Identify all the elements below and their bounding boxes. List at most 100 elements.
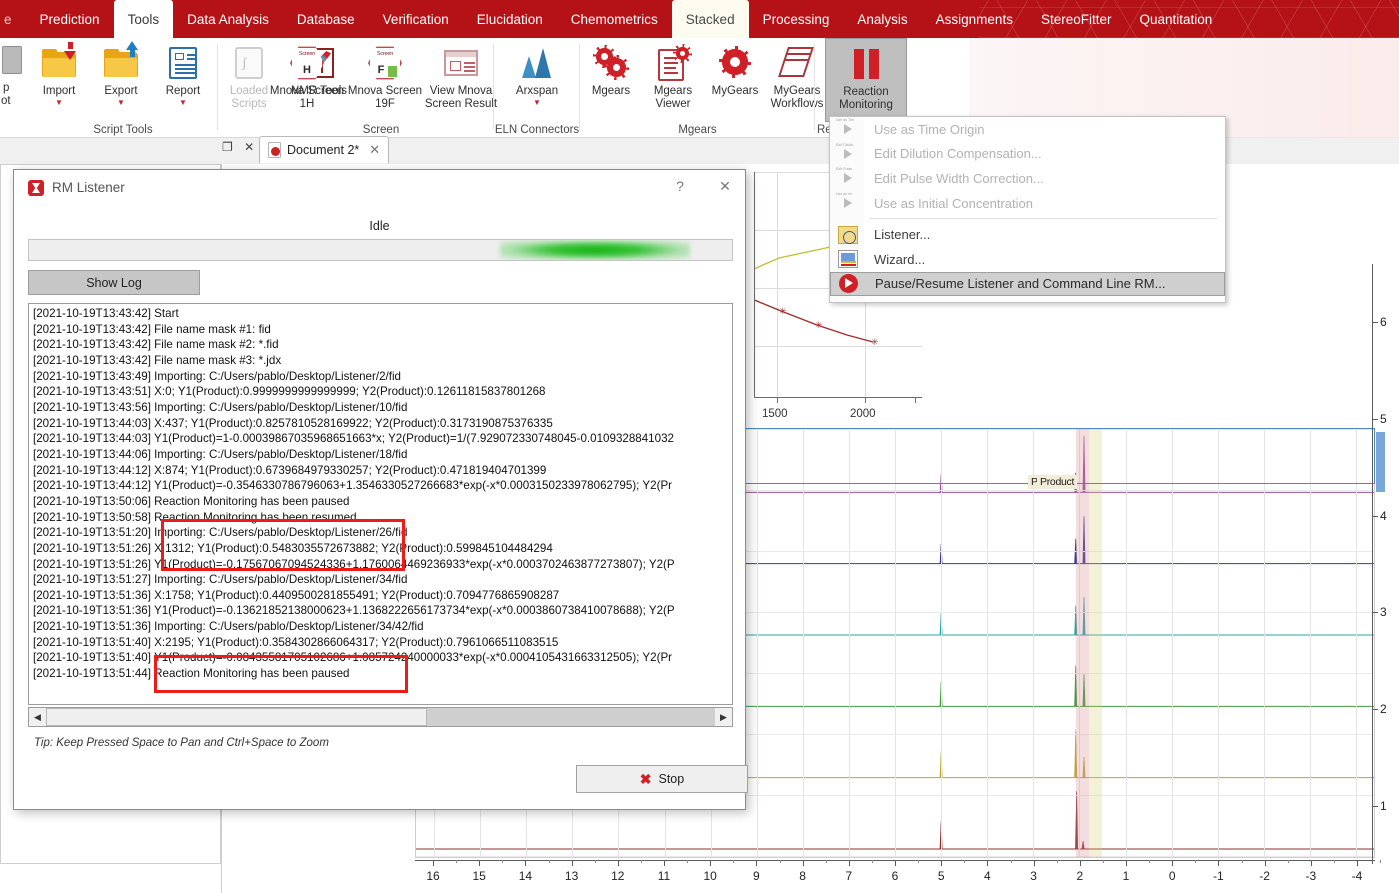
log-line: [2021-10-19T13:44:12] X:874; Y1(Product)… [33,463,547,477]
ribbon-button-mnova-screen-1h[interactable]: Screen H Mnova Screen 1H [268,38,346,118]
ribbon-tab-assignments[interactable]: Assignments [922,0,1027,38]
y-tick-label: 3 [1380,605,1387,620]
close-icon[interactable]: ✕ [369,142,380,158]
grid-line-vertical [802,429,804,857]
scroll-left-icon[interactable]: ◀ [29,708,46,726]
chevron-down-icon[interactable]: ▼ [179,98,187,107]
listener-icon [838,225,858,244]
play-circle-icon [839,274,858,294]
reaction-monitoring-menu[interactable]: Use as Tim Use as Time Origin Edit Dilutio… [829,116,1226,303]
ribbon-tab-tools[interactable]: Tools [113,0,174,38]
menu-item-edit-pulse-width-correction[interactable]: Edit Pulse Edit Pulse Width Correction... [830,166,1225,191]
menu-item-label: Listener... [874,227,931,243]
ribbon-tab-chemometrics[interactable]: Chemometrics [557,0,672,38]
grid-line-vertical [1217,429,1219,857]
help-button[interactable]: ? [669,178,691,198]
menu-item-use-as-time-origin[interactable]: Use as Tim Use as Time Origin [830,117,1225,142]
ribbon-tab-stereofitter[interactable]: StereoFitter [1027,0,1126,38]
ribbon-group-script-tools: Import ▼ Export ▼ Report ▼ ʃ Loaded Scri… [28,38,347,138]
x-tick-label: 1 [1122,869,1130,883]
x-tick [433,860,434,866]
ribbon-button-label: Mgears [591,85,631,97]
grid-line-vertical [1356,429,1357,857]
ribbon-tab-stacked[interactable]: Stacked [671,0,749,38]
ribbon-button-mgears[interactable]: Mgears [580,38,642,118]
selection-band-product[interactable] [1076,429,1089,857]
show-log-button[interactable]: Show Log [28,270,200,295]
ribbon-button-view-mnova-screen-result[interactable]: View Mnova Screen Result [424,38,498,118]
x-tick-minor [1241,860,1243,863]
selection-band-reactant[interactable] [1089,429,1102,857]
chevron-down-icon[interactable]: ▼ [55,98,63,107]
x-tick-minor [918,860,920,863]
log-line: [2021-10-19T13:43:56] Importing: C:/User… [33,400,408,414]
x-tick-label: 0 [1168,869,1176,883]
x-tick [941,860,943,866]
scrollbar-track[interactable] [46,708,715,726]
peak-label-product-b[interactable]: Product [1037,475,1078,489]
ribbon-button-mgears-viewer[interactable]: Mgears Viewer [642,38,704,118]
chevron-down-icon[interactable]: ▼ [533,98,541,107]
rm-listener-dialog[interactable]: RM Listener ? ✕ Idle Show Log [2021-10-1… [13,169,748,810]
ribbon-tab-database[interactable]: Database [283,0,369,38]
ribbon-left-cut: p ot [0,38,28,138]
menu-item-use-as-initial-concentration[interactable]: Use as Ini Use as Initial Concentration [830,191,1225,216]
x-tick [1079,860,1081,866]
ribbon-tab-quantitation[interactable]: Quantitation [1125,0,1226,38]
log-output[interactable]: [2021-10-19T13:43:42] Start [2021-10-19T1… [28,303,733,705]
ribbon-button-arxspan[interactable]: Arxspan ▼ [497,38,577,118]
ribbon-tab-data-analysis[interactable]: Data Analysis [173,0,283,38]
ribbon-tab-processing[interactable]: Processing [749,0,844,38]
dialog-status-text: Idle [369,219,390,233]
ribbon-tab-prediction[interactable]: Prediction [26,0,114,38]
ribbon-button-reaction-monitoring[interactable]: Reaction Monitoring [825,38,907,122]
document-tab-document-2[interactable]: Document 2* ✕ [259,136,390,163]
ribbon-group-title: ELN Connectors [494,124,580,136]
x-tick-minor [964,860,966,863]
scrollbar-thumb[interactable] [46,708,428,726]
close-icon[interactable]: ✕ [714,178,736,198]
menu-item-label: Edit Dilution Compensation... [874,146,1042,162]
menu-item-label: Use as Initial Concentration [874,195,1033,211]
x-tick-label: 4 [984,869,991,883]
ribbon-tab-elucidation[interactable]: Elucidation [463,0,557,38]
restore-panel-icon[interactable]: ❐ [222,140,233,154]
log-line: [2021-10-19T13:43:51] X:0; Y1(Product):0… [33,385,546,399]
window-result-icon [444,44,478,82]
submenu-arrow-icon [844,124,852,135]
ribbon-tab-analysis[interactable]: Analysis [843,0,921,38]
menu-item-pause-resume-listener-and-command-line-rm[interactable]: Pause/Resume Listener and Command Line R… [830,271,1225,297]
chevron-down-icon[interactable]: ▼ [117,98,125,107]
stop-button[interactable]: ✖ Stop [576,765,748,793]
ribbon-tab-verification[interactable]: Verification [369,0,463,38]
stacked-sheets-icon [778,44,814,82]
ribbon-group-screen: Screen H Mnova Screen 1H Screen F Mnova Sc… [268,38,497,138]
menu-item-listener[interactable]: Listener... [830,222,1225,247]
x-tick-minor [1195,860,1197,863]
close-panel-icon[interactable]: ✕ [244,140,254,154]
menu-separator [870,218,1217,220]
dialog-title-bar[interactable]: RM Listener ? ✕ [14,170,745,206]
folder-export-icon [104,41,138,82]
ribbon-button-mnova-screen-19f[interactable]: Screen F Mnova Screen 19F [346,38,424,118]
y-tick-label: 1 [1380,798,1387,813]
ribbon-button-export[interactable]: Export ▼ [90,38,152,118]
x-tick-minor [1333,860,1335,863]
x-tick [1126,860,1127,866]
log-line: [2021-10-19T13:43:49] Importing: C:/User… [33,369,401,383]
scroll-right-icon[interactable]: ▶ [715,708,732,726]
ribbon-button-label: MyGears [711,85,759,97]
ribbon-button-import[interactable]: Import ▼ [28,38,90,118]
menu-item-edit-dilution-compensation[interactable]: Edit Dilutio Edit Dilution Compensation..… [830,142,1225,167]
ribbon-button-report[interactable]: Report ▼ [152,38,214,118]
x-tick-minor [1149,860,1151,863]
ribbon-button-label: Export [104,85,138,97]
ribbon-button-mygears[interactable]: MyGears [704,38,766,118]
y-tick [1372,322,1378,324]
log-line: [2021-10-19T13:51:44] Reaction Monitorin… [33,667,350,681]
menu-item-wizard[interactable]: Wizard... [830,247,1225,272]
panel-window-buttons: ❐ ✕ [222,140,262,154]
log-horizontal-scrollbar[interactable]: ◀ ▶ [28,707,733,727]
ribbon-tab-e[interactable]: e [0,0,26,38]
menu-ghost-text: Edit Pulse [836,167,853,172]
